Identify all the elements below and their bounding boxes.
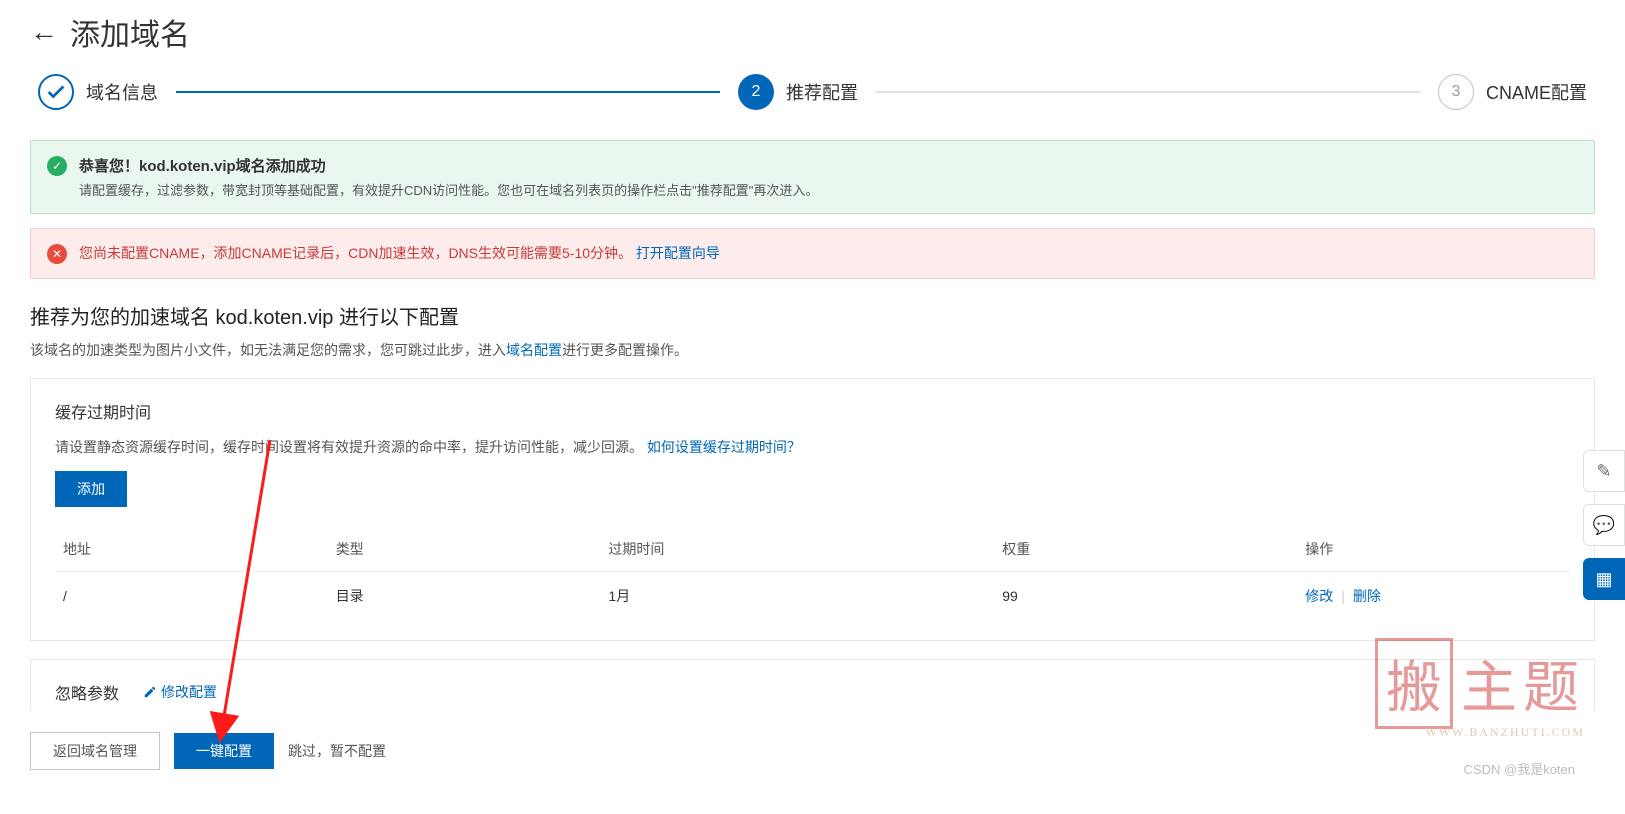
step-2-circle: 2 xyxy=(738,74,774,110)
param-card: 忽略参数 修改配置 xyxy=(30,659,1595,710)
step-2: 2 推荐配置 xyxy=(738,74,858,110)
cache-desc-text: 请设置静态资源缓存时间，缓存时间设置将有效提升资源的命中率，提升访问性能，减少回… xyxy=(55,439,647,455)
step-1-label: 域名信息 xyxy=(86,79,158,105)
param-title: 忽略参数 xyxy=(55,680,119,704)
widget-edit-icon[interactable]: ✎ xyxy=(1583,450,1625,492)
cache-title: 缓存过期时间 xyxy=(55,399,1570,423)
stepper: 域名信息 2 推荐配置 3 CNAME配置 xyxy=(30,74,1595,110)
footer-actions: 返回域名管理 一键配置 跳过，暂不配置 xyxy=(30,732,1595,770)
widget-chat-icon[interactable]: 💬 xyxy=(1583,504,1625,546)
param-edit-label: 修改配置 xyxy=(161,682,217,702)
recommend-heading: 推荐为您的加速域名 kod.koten.vip 进行以下配置 xyxy=(30,301,1595,330)
error-icon: ✕ xyxy=(47,244,67,264)
widget-qr-icon[interactable]: ▦ xyxy=(1583,558,1625,600)
step-3-circle: 3 xyxy=(1438,74,1474,110)
col-weight: 权重 xyxy=(994,527,1297,572)
cell-type: 目录 xyxy=(328,572,601,621)
csdn-credit: CSDN @我是koten xyxy=(1464,759,1575,778)
alert-success-desc: 请配置缓存，过滤参数，带宽封顶等基础配置，有效提升CDN访问性能。您也可在域名列… xyxy=(79,180,1578,199)
skip-link[interactable]: 跳过，暂不配置 xyxy=(288,741,386,761)
alert-success: ✓ 恭喜您！kod.koten.vip域名添加成功 请配置缓存，过滤参数，带宽封… xyxy=(30,140,1595,214)
table-row: / 目录 1月 99 修改|删除 xyxy=(55,572,1570,621)
col-type: 类型 xyxy=(328,527,601,572)
step-3: 3 CNAME配置 xyxy=(1438,74,1587,110)
apply-config-button[interactable]: 一键配置 xyxy=(174,733,274,769)
cache-table: 地址 类型 过期时间 权重 操作 / 目录 1月 99 修改|删除 xyxy=(55,527,1570,620)
alert-success-title: 恭喜您！kod.koten.vip域名添加成功 xyxy=(79,155,1578,176)
col-addr: 地址 xyxy=(55,527,328,572)
step-1: 域名信息 xyxy=(38,74,158,110)
recommend-sub-pre: 该域名的加速类型为图片小文件，如无法满足您的需求，您可跳过此步，进入 xyxy=(30,342,506,358)
recommend-sub-post: 进行更多配置操作。 xyxy=(562,342,688,358)
right-widgets: ✎ 💬 ▦ xyxy=(1583,450,1625,600)
cache-help-link[interactable]: 如何设置缓存过期时间？ xyxy=(647,439,801,455)
row-edit-link[interactable]: 修改 xyxy=(1305,588,1333,604)
row-delete-link[interactable]: 删除 xyxy=(1353,588,1381,604)
cell-addr: / xyxy=(55,572,328,621)
step-1-circle xyxy=(38,74,74,110)
step-3-label: CNAME配置 xyxy=(1486,79,1587,105)
col-ops: 操作 xyxy=(1297,527,1570,572)
step-2-label: 推荐配置 xyxy=(786,79,858,105)
param-edit-link[interactable]: 修改配置 xyxy=(143,682,217,702)
success-icon: ✓ xyxy=(47,156,67,176)
back-arrow-icon[interactable]: ← xyxy=(30,18,58,46)
add-button[interactable]: 添加 xyxy=(55,471,127,507)
cell-weight: 99 xyxy=(994,572,1297,621)
alert-error-text: 您尚未配置CNAME，添加CNAME记录后，CDN加速生效，DNS生效可能需要5… xyxy=(79,245,632,261)
cell-expire: 1月 xyxy=(600,572,994,621)
back-domain-button[interactable]: 返回域名管理 xyxy=(30,732,160,770)
step-line-1 xyxy=(176,91,720,93)
cache-desc: 请设置静态资源缓存时间，缓存时间设置将有效提升资源的命中率，提升访问性能，减少回… xyxy=(55,437,1570,457)
open-config-wizard-link[interactable]: 打开配置向导 xyxy=(636,245,720,261)
pencil-icon xyxy=(143,685,157,699)
page-title: 添加域名 xyxy=(70,10,190,54)
cell-ops: 修改|删除 xyxy=(1297,572,1570,621)
col-expire: 过期时间 xyxy=(600,527,994,572)
check-icon xyxy=(45,81,67,103)
step-line-2 xyxy=(876,91,1420,93)
domain-config-link[interactable]: 域名配置 xyxy=(506,342,562,358)
cache-card: 缓存过期时间 请设置静态资源缓存时间，缓存时间设置将有效提升资源的命中率，提升访… xyxy=(30,378,1595,641)
recommend-sub: 该域名的加速类型为图片小文件，如无法满足您的需求，您可跳过此步，进入域名配置进行… xyxy=(30,340,1595,360)
alert-error: ✕ 您尚未配置CNAME，添加CNAME记录后，CDN加速生效，DNS生效可能需… xyxy=(30,228,1595,279)
